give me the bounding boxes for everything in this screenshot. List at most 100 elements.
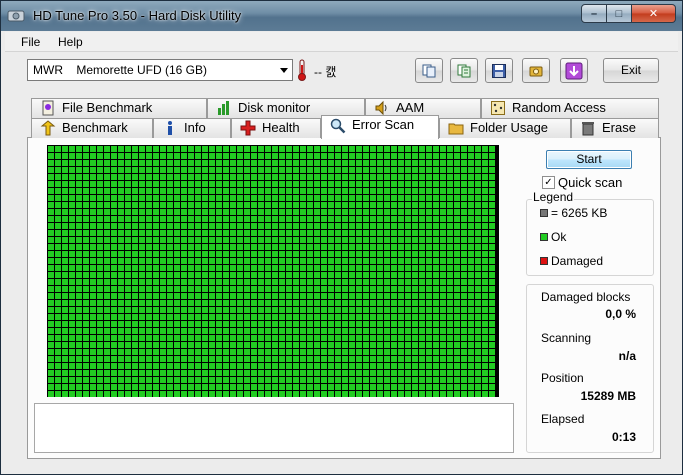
block-cell <box>69 349 75 355</box>
block-cell <box>223 335 229 341</box>
block-cell <box>279 314 285 320</box>
block-cell <box>475 342 481 348</box>
block-cell <box>209 286 215 292</box>
save-button[interactable] <box>485 58 513 83</box>
block-cell <box>286 195 292 201</box>
block-cell <box>83 370 89 376</box>
block-cell <box>482 230 488 236</box>
block-cell <box>489 216 495 222</box>
block-cell <box>83 391 89 397</box>
block-cell <box>111 153 117 159</box>
block-cell <box>447 342 453 348</box>
block-cell <box>293 153 299 159</box>
tab-info[interactable]: Info <box>153 118 231 138</box>
block-cell <box>356 293 362 299</box>
chevron-down-icon[interactable] <box>280 68 288 73</box>
block-cell <box>328 258 334 264</box>
block-cell <box>132 174 138 180</box>
block-cell <box>454 251 460 257</box>
block-cell <box>181 342 187 348</box>
block-cell <box>223 377 229 383</box>
block-cell <box>377 307 383 313</box>
block-cell <box>132 328 138 334</box>
options-button[interactable] <box>522 58 550 83</box>
block-cell <box>139 216 145 222</box>
block-cell <box>181 195 187 201</box>
quick-scan-checkbox[interactable]: ✓ <box>542 176 555 189</box>
block-cell <box>286 181 292 187</box>
block-cell <box>468 384 474 390</box>
block-cell <box>251 174 257 180</box>
block-cell <box>328 370 334 376</box>
copy-button[interactable] <box>415 58 443 83</box>
block-cell <box>300 328 306 334</box>
tab-health[interactable]: Health <box>231 118 321 138</box>
start-button[interactable]: Start <box>546 150 632 169</box>
block-cell <box>188 384 194 390</box>
tab-file-benchmark[interactable]: File Benchmark <box>31 98 207 118</box>
tab-benchmark[interactable]: Benchmark <box>31 118 153 138</box>
block-cell <box>174 300 180 306</box>
close-button[interactable]: ✕ <box>632 4 676 23</box>
maximize-button[interactable]: □ <box>607 4 632 23</box>
block-cell <box>433 160 439 166</box>
block-cell <box>202 335 208 341</box>
block-cell <box>188 223 194 229</box>
block-cell <box>314 230 320 236</box>
title-bar[interactable]: HD Tune Pro 3.50 - Hard Disk Utility – □… <box>1 1 682 31</box>
minimize-button[interactable]: – <box>581 4 607 23</box>
block-cell <box>265 286 271 292</box>
block-cell <box>419 174 425 180</box>
block-cell <box>265 272 271 278</box>
block-cell <box>405 146 411 152</box>
block-cell <box>188 279 194 285</box>
block-cell <box>286 174 292 180</box>
block-cell <box>202 223 208 229</box>
block-cell <box>69 202 75 208</box>
block-cell <box>48 230 54 236</box>
block-cell <box>188 307 194 313</box>
block-cell <box>90 293 96 299</box>
block-cell <box>132 272 138 278</box>
copy-text-button[interactable] <box>450 58 478 83</box>
block-cell <box>335 328 341 334</box>
block-cell <box>265 307 271 313</box>
menu-help[interactable]: Help <box>58 35 83 49</box>
block-cell <box>433 377 439 383</box>
drive-select[interactable]: MWR Memorette UFD (16 GB) <box>27 59 293 81</box>
block-cell <box>174 363 180 369</box>
block-cell <box>244 209 250 215</box>
block-cell <box>251 195 257 201</box>
block-cell <box>307 384 313 390</box>
block-cell <box>97 265 103 271</box>
block-cell <box>216 181 222 187</box>
tab-erase[interactable]: Erase <box>571 118 659 138</box>
block-cell <box>97 258 103 264</box>
block-cell <box>293 300 299 306</box>
block-cell <box>132 363 138 369</box>
exit-button[interactable]: Exit <box>603 58 659 83</box>
block-cell <box>251 223 257 229</box>
block-cell <box>405 188 411 194</box>
menu-file[interactable]: File <box>21 35 40 49</box>
block-cell <box>447 153 453 159</box>
block-cell <box>111 174 117 180</box>
block-cell <box>398 335 404 341</box>
download-button[interactable] <box>560 58 588 83</box>
block-cell <box>419 160 425 166</box>
block-cell <box>482 342 488 348</box>
block-cell <box>286 272 292 278</box>
block-cell <box>405 167 411 173</box>
block-cell <box>328 328 334 334</box>
block-cell <box>454 223 460 229</box>
block-cell <box>167 237 173 243</box>
block-cell <box>328 335 334 341</box>
tab-error-scan[interactable]: Error Scan <box>321 115 439 139</box>
block-cell <box>349 202 355 208</box>
block-cell <box>265 202 271 208</box>
block-cell <box>335 174 341 180</box>
tab-random-access[interactable]: Random Access <box>481 98 659 118</box>
block-cell <box>482 251 488 257</box>
block-cell <box>342 202 348 208</box>
tab-folder-usage[interactable]: Folder Usage <box>439 118 571 138</box>
